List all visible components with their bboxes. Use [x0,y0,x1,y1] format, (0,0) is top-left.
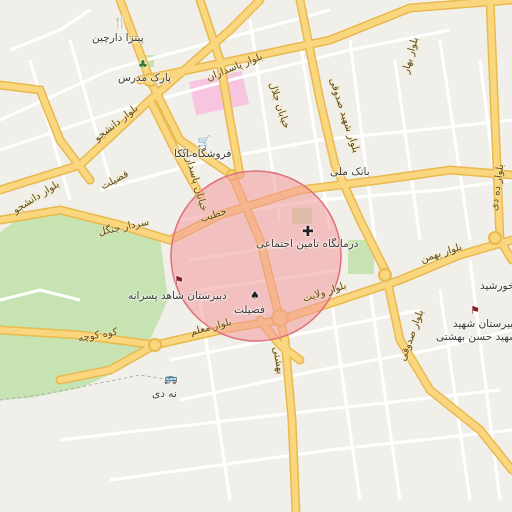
restaurant-icon[interactable]: 🍴 [113,16,127,29]
place-pizza-darchin[interactable]: پیتزا دارچین [92,32,144,44]
place-khorshid[interactable]: خورشید [480,280,512,292]
school-icon[interactable]: ⚑ [470,304,480,317]
place-atka[interactable]: فروشگاه اتکا [174,148,231,160]
park-icon[interactable]: ♣ [138,58,148,71]
bus-icon[interactable]: 🚌 [164,372,178,385]
place-clinic[interactable]: درمانگاه تامین اجتماعی [256,238,358,250]
place-park-modarres[interactable]: پارک مدرس [118,72,171,84]
place-school-shahid[interactable]: دبیرستان شهید شهید حسن بهشتی [436,318,512,344]
place-fazilat[interactable]: فضیلت [234,304,265,316]
map-canvas[interactable]: بلوار پاسداران بلوار دانشجو بلوار دانشجو… [0,0,512,512]
place-nahdey[interactable]: نه دی [152,388,177,400]
shopping-cart-icon[interactable]: 🛒 [197,135,211,148]
place-school-shahed[interactable]: دبیرستان شاهد پسرانه [128,290,227,302]
place-bank-melli[interactable]: بانک ملی [330,166,370,178]
school-icon[interactable]: ⚑ [174,274,184,287]
tree-icon[interactable]: ♠ [250,289,260,302]
